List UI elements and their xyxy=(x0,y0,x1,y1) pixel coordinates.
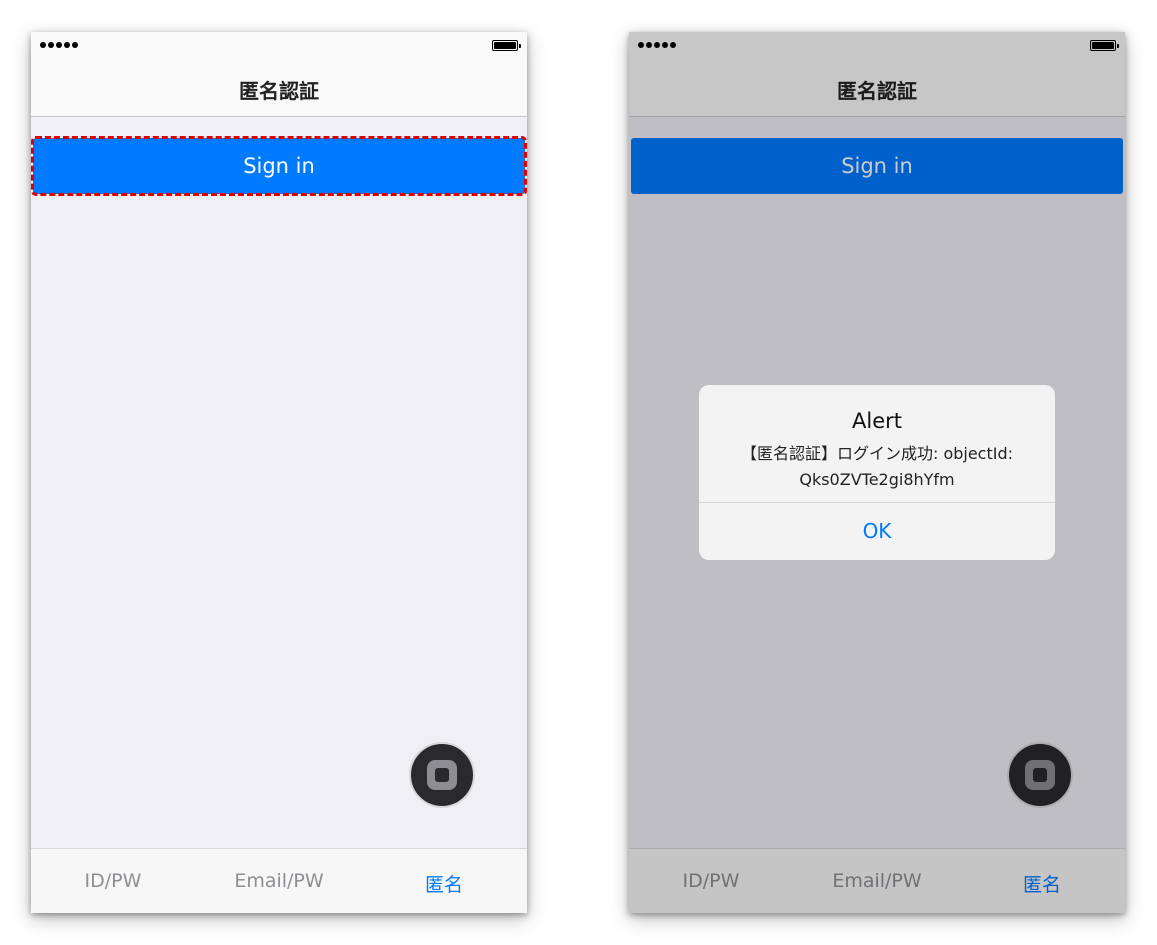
phone-screen-left: 匿名認証 Sign in ID/PW Email/PW 匿名 xyxy=(31,32,527,913)
tab-email-pw[interactable]: Email/PW xyxy=(209,870,349,892)
navigation-bar: 匿名認証 xyxy=(31,58,527,117)
tab-anonymous[interactable]: 匿名 xyxy=(374,870,514,897)
tab-id-pw[interactable]: ID/PW xyxy=(43,870,183,892)
sign-in-button[interactable]: Sign in xyxy=(31,136,527,196)
alert-message-line2: Qks0ZVTe2gi8hYfm xyxy=(799,470,955,489)
battery-icon xyxy=(492,40,521,51)
assistive-touch-icon[interactable] xyxy=(409,742,475,808)
phone-screen-right: 匿名認証 Sign in ID/PW Email/PW 匿名 Alert 【匿名… xyxy=(629,32,1125,913)
alert-title: Alert xyxy=(852,409,902,433)
signal-dots-icon xyxy=(40,42,78,48)
alert-ok-button[interactable]: OK xyxy=(699,502,1055,560)
tab-bar: ID/PW Email/PW 匿名 xyxy=(31,848,527,913)
alert-message-line1: 【匿名認証】ログイン成功: objectId: xyxy=(740,444,1014,463)
nav-title: 匿名認証 xyxy=(239,79,319,103)
alert-dialog: Alert 【匿名認証】ログイン成功: objectId: Qks0ZVTe2g… xyxy=(699,385,1055,560)
status-bar xyxy=(31,32,527,58)
alert-message: 【匿名認証】ログイン成功: objectId: Qks0ZVTe2gi8hYfm xyxy=(713,441,1041,493)
